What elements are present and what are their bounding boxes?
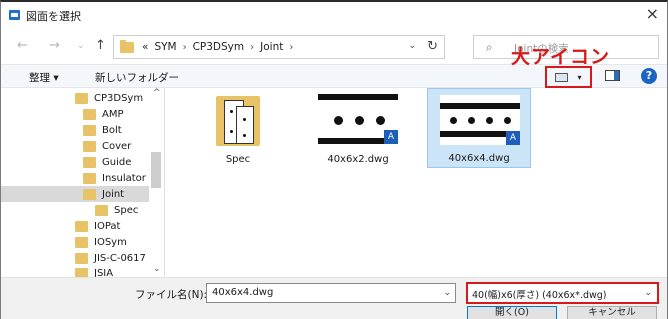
chevron-down-icon[interactable]: ⌄ — [644, 288, 652, 298]
cancel-button[interactable]: キャンセル — [567, 306, 657, 319]
folder-icon — [83, 156, 96, 168]
close-icon[interactable]: × — [646, 4, 659, 23]
sidebar-item-label: IOPat — [94, 220, 121, 232]
navigation-pane: CP3DSym AMP Bolt Cover Guide Insulator J… — [1, 88, 165, 279]
command-bar: 整理 ▾ 新しいフォルダー 大アイコン ▾ ? — [1, 46, 667, 88]
folder-icon — [83, 108, 96, 120]
sidebar-item-cover[interactable]: Cover — [1, 138, 149, 154]
file-type-filter[interactable]: 40(幅)x6(厚さ) (40x6x*.dwg) ⌄ — [466, 282, 659, 304]
breadcrumb-separator-icon[interactable]: › — [183, 42, 187, 53]
sidebar-item-label: Insulator — [102, 172, 146, 184]
chevron-down-icon[interactable]: ⌄ — [443, 288, 451, 298]
window-title: 図面を選択 — [26, 10, 81, 23]
breadcrumb-item-sym[interactable]: SYM — [154, 41, 176, 53]
file-name-bar: ファイル名(N): 40x6x4.dwg ⌄ 40(幅)x6(厚さ) (40x6… — [1, 277, 667, 319]
breadcrumb-overflow[interactable]: « — [142, 41, 148, 53]
folder-icon — [75, 220, 88, 232]
scrollbar-thumb[interactable] — [151, 152, 161, 188]
folder-icon — [120, 39, 134, 53]
sidebar-item-label: Guide — [102, 156, 132, 168]
dwg-thumbnail: A — [440, 95, 520, 145]
recent-dropdown-icon[interactable]: ⌄ — [77, 41, 85, 51]
sidebar-item-label: Bolt — [102, 124, 122, 136]
folder-icon — [75, 236, 88, 248]
sidebar-item-jis-c-0617[interactable]: JIS-C-0617 — [1, 250, 149, 266]
sidebar-item-label: IOSym — [94, 236, 127, 248]
refresh-icon[interactable]: ↻ — [427, 39, 438, 54]
change-view-button[interactable]: ▾ — [545, 66, 592, 88]
open-button[interactable]: 開く(O) — [467, 306, 557, 319]
sidebar-item-spec[interactable]: Spec — [1, 202, 149, 218]
sidebar-item-label: AMP — [102, 108, 124, 120]
folder-icon — [216, 96, 260, 146]
dwg-thumbnail: A — [318, 94, 398, 144]
new-folder-button[interactable]: 新しいフォルダー — [95, 70, 179, 85]
annotation-label: 大アイコン — [511, 46, 611, 68]
large-icons-view-icon — [555, 72, 569, 82]
filename-input[interactable]: 40x6x4.dwg ⌄ — [206, 283, 456, 303]
sidebar-item-label: Joint — [102, 188, 125, 200]
app-icon — [9, 10, 20, 20]
folder-icon — [83, 172, 96, 184]
breadcrumb-separator-icon[interactable]: › — [250, 42, 254, 53]
sidebar-item-amp[interactable]: AMP — [1, 106, 149, 122]
filename-label: ファイル名(N): — [135, 289, 208, 301]
folder-icon — [83, 140, 96, 152]
sidebar-item-label: CP3DSym — [94, 92, 144, 104]
breadcrumb: « SYM › CP3DSym › Joint › — [142, 41, 293, 53]
sidebar-item-label: JIS-C-0617 — [94, 252, 146, 264]
sidebar-item-cp3dsym[interactable]: CP3DSym — [1, 90, 149, 106]
title-bar: 図面を選択 × — [1, 2, 667, 28]
preview-pane-icon[interactable] — [605, 70, 620, 81]
sidebar-item-joint[interactable]: Joint — [1, 186, 149, 202]
view-dropdown-icon[interactable]: ▾ — [577, 73, 581, 82]
scroll-down-icon[interactable]: ⌄ — [153, 264, 161, 274]
breadcrumb-item-cp3dsym[interactable]: CP3DSym — [193, 41, 245, 53]
folder-icon — [83, 188, 96, 200]
autocad-badge-icon: A — [384, 130, 398, 144]
folder-icon — [83, 124, 96, 136]
file-item-40x6x2[interactable]: A 40x6x2.dwg — [306, 88, 410, 168]
back-arrow-icon[interactable]: ← — [17, 38, 28, 53]
folder-icon — [95, 204, 108, 216]
address-bar[interactable]: « SYM › CP3DSym › Joint › ⌄ ↻ — [113, 35, 445, 59]
up-arrow-icon[interactable]: ↑ — [95, 38, 106, 53]
sidebar-item-bolt[interactable]: Bolt — [1, 122, 149, 138]
sidebar-item-label: Spec — [114, 204, 139, 216]
file-name: 40x6x2.dwg — [327, 154, 389, 165]
scroll-up-icon[interactable]: ^ — [153, 88, 161, 98]
sidebar-item-iosym[interactable]: IOSym — [1, 234, 149, 250]
file-name: 40x6x4.dwg — [448, 153, 510, 164]
sidebar-item-iopat[interactable]: IOPat — [1, 218, 149, 234]
file-list: Spec A 40x6x2.dwg A 40x6x4.dwg — [166, 88, 667, 277]
sidebar-item-insulator[interactable]: Insulator — [1, 170, 149, 186]
folder-icon — [75, 92, 88, 104]
file-item-spec[interactable]: Spec — [186, 88, 290, 168]
help-icon[interactable]: ? — [641, 68, 657, 84]
file-item-40x6x4[interactable]: A 40x6x4.dwg — [427, 88, 531, 168]
sidebar-item-guide[interactable]: Guide — [1, 154, 149, 170]
address-dropdown-icon[interactable]: ⌄ — [408, 41, 416, 51]
filter-value: 40(幅)x6(厚さ) (40x6x*.dwg) — [472, 290, 607, 301]
sidebar-item-label: Cover — [102, 140, 132, 152]
filename-value: 40x6x4.dwg — [212, 287, 274, 298]
autocad-badge-icon: A — [506, 131, 520, 145]
search-icon: ⌕ — [486, 40, 493, 54]
file-name: Spec — [225, 154, 251, 165]
forward-arrow-icon[interactable]: → — [49, 38, 60, 53]
file-open-dialog: 図面を選択 × ← → ⌄ ↑ « SYM › CP3DSym › Joint … — [0, 0, 668, 319]
breadcrumb-item-joint[interactable]: Joint — [260, 41, 283, 53]
folder-icon — [75, 252, 88, 264]
breadcrumb-separator-icon[interactable]: › — [289, 42, 293, 53]
organize-button[interactable]: 整理 ▾ — [29, 70, 59, 85]
